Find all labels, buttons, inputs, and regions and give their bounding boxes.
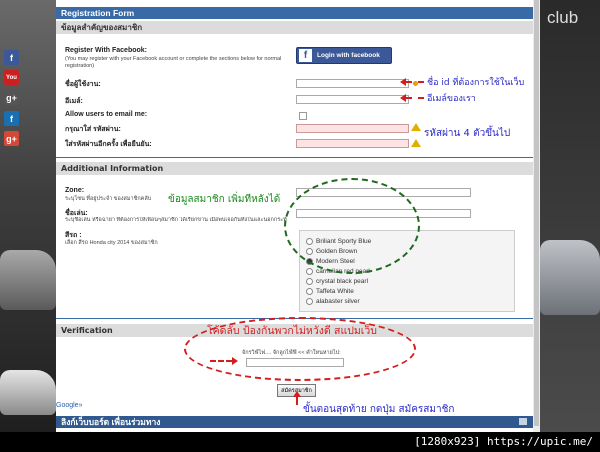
registration-panel: Registration Form ข้อมูลสำคัญของสมาชิก R…	[56, 0, 540, 432]
email-input[interactable]	[296, 95, 409, 104]
background-right	[540, 0, 600, 432]
googleplus-icon[interactable]: g+	[4, 90, 19, 105]
facebook-login-label: Login with facebook	[317, 52, 380, 59]
arrow-head	[232, 357, 238, 365]
annotation-submit: ขั้นตอนสุดท้าย กดปุ่ม สมัครสมาชิก	[303, 404, 455, 415]
allow-email-label: Allow users to email me:	[65, 111, 148, 118]
section-additional: Additional Information	[56, 162, 533, 175]
username-input[interactable]	[296, 79, 409, 88]
zone-desc: ระบุโซน ที่อยู่ประจำ ของสมาชิกคลับ	[65, 196, 152, 202]
radio-icon	[306, 288, 313, 295]
car-image-right	[540, 240, 600, 315]
collapse-icon[interactable]	[519, 418, 527, 425]
screenshot-frame: club f You g+ f g+ Registration Form ข้อ…	[0, 0, 600, 452]
fb-register-desc: (You may register with your Facebook acc…	[65, 56, 282, 69]
scrollbar[interactable]	[533, 0, 540, 432]
zone-label: Zone:	[65, 187, 85, 194]
annotation-ellipse-red	[184, 317, 416, 381]
password-input[interactable]	[296, 124, 409, 133]
color-option[interactable]: alabaster silver	[306, 298, 360, 305]
arrow-line	[210, 360, 232, 362]
email-label: อีเมล์:	[65, 98, 83, 105]
annotation-ellipse-green	[284, 178, 420, 274]
footer-text: [1280x923] https://upic.me/	[414, 435, 593, 448]
arrow-line	[296, 397, 298, 405]
forum-bar: ลิงก์เว็บบอร์ด เพื่อนร่วมทาง	[56, 416, 533, 428]
brand-club: club	[547, 8, 579, 27]
fb-register-title: Register With Facebook:	[65, 47, 148, 54]
arrow-line	[406, 97, 424, 99]
warning-icon	[411, 123, 421, 131]
facebook-icon[interactable]: f	[4, 50, 19, 65]
annotation-email: อีเมล์ของเรา	[427, 94, 476, 104]
color-desc: เลือก สีรถ Honda city 2014 ของสมาชิก	[65, 240, 158, 246]
color-option[interactable]: Taffeta White	[306, 288, 354, 295]
radio-icon	[306, 268, 313, 275]
car-image-left	[0, 250, 56, 310]
scrollbar-thumb[interactable]	[534, 0, 539, 426]
username-label: ชื่อผู้ใช้งาน:	[65, 81, 101, 88]
warning-icon	[411, 139, 421, 147]
color-option[interactable]: crystal black pearl	[306, 278, 368, 285]
arrow-line	[406, 81, 424, 83]
divider	[56, 157, 533, 158]
section-required: ข้อมูลสำคัญของสมาชิก	[56, 21, 533, 34]
google-link[interactable]: Google»	[56, 402, 82, 409]
youtube-icon[interactable]: You	[4, 70, 19, 85]
googleplus-red-icon[interactable]: g+	[4, 131, 19, 146]
password-confirm-input[interactable]	[296, 139, 409, 148]
facebook-f-icon: f	[299, 49, 312, 62]
nickname-desc: ระบุชื่อเล่น หรือฉายา ที่ต้องการให้เพื่อ…	[65, 217, 287, 223]
flickr-icon[interactable]: f	[4, 111, 19, 126]
image-footer: [1280x923] https://upic.me/	[0, 432, 600, 452]
arrow-head	[293, 391, 301, 397]
facebook-login-button[interactable]: f Login with facebook	[296, 47, 392, 64]
radio-icon	[306, 298, 313, 305]
allow-email-checkbox[interactable]	[299, 112, 307, 120]
password-label: กรุณาใส่ รหัสผ่าน:	[65, 126, 121, 133]
car-image-left-bottom	[0, 370, 56, 415]
annotation-username: ชื่อ id ที่ต้องการใช้ในเว็บ	[427, 78, 525, 88]
form-title: Registration Form	[56, 7, 533, 19]
annotation-additional: ข้อมูลสมาชิก เพิ่มทีหลังได้	[168, 194, 281, 205]
radio-icon	[306, 278, 313, 285]
annotation-password: รหัสผ่าน 4 ตัวขึ้นไป	[424, 128, 511, 139]
password-confirm-label: ใส่รหัสผ่านอีกครั้ง เพื่อยืนยัน:	[65, 141, 152, 148]
